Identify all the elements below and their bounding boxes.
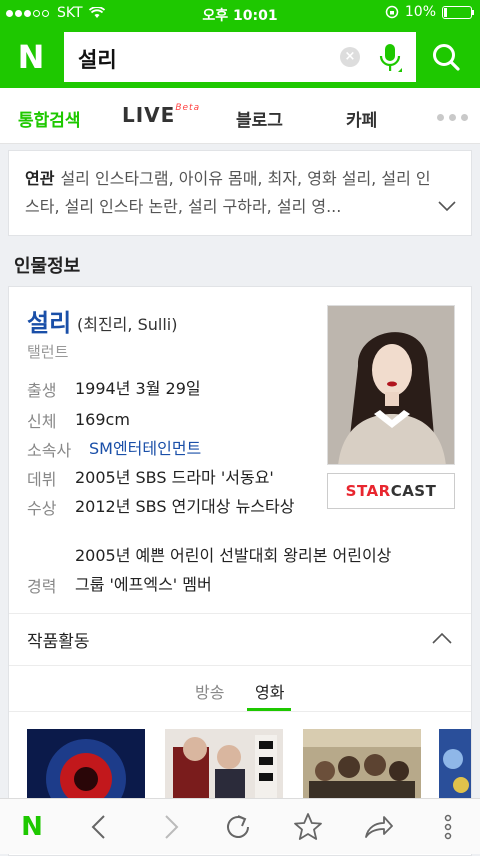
related-text-block: 연관 설리 인스타그램, 아이유 몸매, 최자, 영화 설리, 설리 인스타, 설… [25,165,435,221]
search-tabs: 통합검색 LIVEBeta 블로그 카페 [0,88,480,144]
chevron-down-icon[interactable] [437,199,457,213]
more-icon[interactable] [432,811,464,843]
search-query[interactable]: 설리 [78,44,117,74]
naver-home-icon[interactable]: N [16,811,48,843]
info-key: 경력 [27,577,57,596]
movie-poster[interactable] [165,729,283,809]
divider [9,665,471,666]
search-icon[interactable] [418,32,474,82]
tab-live-label: LIVE [122,103,176,127]
agency-link[interactable]: SM엔터테인먼트 [89,437,201,461]
info-value: 2005년 SBS 드라마 '서동요' [75,468,274,487]
starcast-logo-red: STAR [345,482,391,500]
status-right: 10% [385,4,474,20]
rotation-lock-icon [385,5,399,19]
back-icon[interactable] [84,811,116,843]
search-bar: N 설리 × [0,26,480,88]
starcast-button[interactable]: STARCAST [327,473,455,509]
tab-live-badge: Beta [175,103,201,114]
naver-logo-icon[interactable]: N [14,40,48,74]
bottom-toolbar: N [0,798,480,854]
works-title[interactable]: 작품활동 [27,627,90,652]
tab-cafe[interactable]: 카페 [346,106,377,131]
info-value: 2005년 예쁜 어린이 선발대회 왕리본 어린이상 [75,546,392,565]
related-searches: 연관 설리 인스타그램, 아이유 몸매, 최자, 영화 설리, 설리 인스타, 설… [8,150,472,236]
info-value: 169cm [75,410,130,429]
info-value: 2012년 SBS 연기대상 뉴스타상 [75,497,295,516]
section-title: 인물정보 [14,256,81,277]
info-key: 데뷔 [27,470,57,489]
battery-percent: 10% [404,4,436,20]
movie-poster[interactable] [303,729,421,809]
refresh-icon[interactable] [222,811,254,843]
mic-icon[interactable] [378,42,402,74]
bookmark-star-icon[interactable] [292,811,324,843]
movie-poster[interactable] [27,729,145,809]
related-heading: 연관 [25,169,55,188]
movie-poster[interactable] [439,729,471,809]
battery-icon [442,5,474,19]
status-bar: SKT 오후 10:01 10% [0,0,480,26]
info-key: 수상 [27,499,57,518]
person-job: 탤런트 [27,343,69,361]
info-key: 신체 [27,412,57,431]
person-photo[interactable] [327,305,455,465]
chevron-up-icon[interactable] [431,631,453,645]
info-value: 1994년 3월 29일 [75,379,201,398]
tab-live[interactable]: LIVEBeta [122,103,200,127]
tab-integrated[interactable]: 통합검색 [18,106,81,131]
person-card: 설리 (최진리, Sulli) 탤런트 출생 1994년 3월 29일 신체 1… [8,286,472,856]
starcast-logo-dark: CAST [390,482,437,500]
subtab-broadcast[interactable]: 방송 [195,679,224,703]
info-key: 소속사 [27,441,72,460]
search-input[interactable]: 설리 × [64,32,416,82]
divider [9,711,471,712]
tabs-more-icon[interactable] [437,114,468,121]
divider [9,613,471,614]
person-name[interactable]: 설리 [27,303,71,338]
tab-blog[interactable]: 블로그 [236,106,283,131]
subtab-movie[interactable]: 영화 [255,679,284,703]
person-alias: (최진리, Sulli) [77,315,178,334]
forward-icon[interactable] [154,811,186,843]
share-icon[interactable] [362,811,394,843]
related-keywords[interactable]: 설리 인스타그램, 아이유 몸매, 최자, 영화 설리, 설리 인스타, 설리 … [25,169,431,216]
clear-icon[interactable]: × [340,47,360,67]
info-value: 그룹 '에프엑스' 멤버 [75,575,212,594]
info-key: 출생 [27,381,57,400]
